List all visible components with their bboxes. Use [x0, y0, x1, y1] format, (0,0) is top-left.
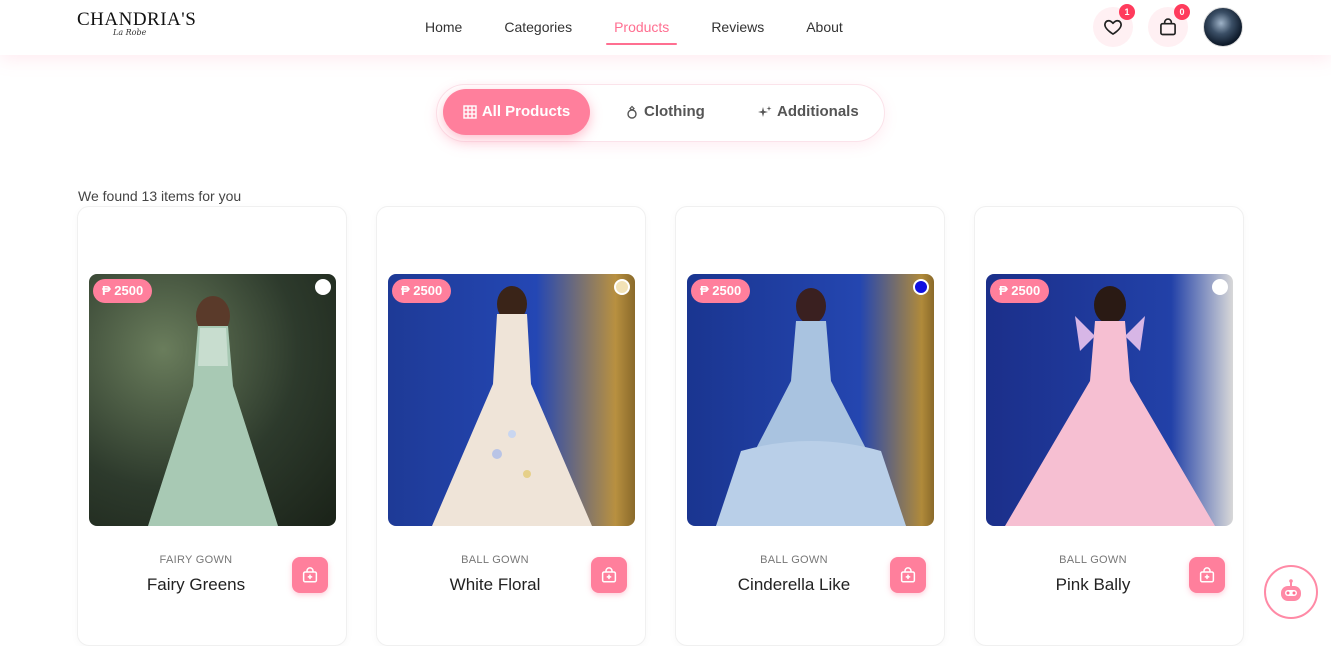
main-nav: Home Categories Products Reviews About — [409, 0, 869, 55]
product-name[interactable]: Pink Bally — [975, 575, 1211, 595]
ring-icon — [627, 105, 637, 119]
product-category: FAIRY GOWN — [159, 554, 233, 566]
product-image[interactable]: ₱ 2500 — [388, 274, 635, 526]
add-to-cart-button[interactable] — [591, 557, 627, 593]
nav-categories[interactable]: Categories — [488, 0, 588, 55]
add-to-bag-icon — [601, 567, 617, 583]
product-name[interactable]: White Floral — [377, 575, 613, 595]
color-swatch[interactable] — [1212, 279, 1228, 295]
price-tag: ₱ 2500 — [691, 279, 751, 303]
brand-name: CHANDRIA'S — [77, 9, 197, 30]
price-tag: ₱ 2500 — [93, 279, 153, 303]
gown-illustration — [1004, 316, 1215, 526]
shopping-bag-icon — [1160, 18, 1176, 36]
add-to-cart-button[interactable] — [1189, 557, 1225, 593]
gown-illustration — [147, 326, 278, 526]
sparkle-icon — [758, 106, 772, 117]
gown-illustration — [431, 314, 592, 526]
nav-about[interactable]: About — [790, 0, 859, 55]
product-name[interactable]: Cinderella Like — [676, 575, 912, 595]
add-to-bag-icon — [1199, 567, 1215, 583]
wishlist-button[interactable]: 1 — [1093, 4, 1135, 47]
chatbot-button[interactable] — [1264, 565, 1318, 619]
product-card[interactable]: ₱ 2500 BALL GOWN White Floral — [376, 206, 646, 646]
grid-icon — [463, 105, 477, 119]
product-name[interactable]: Fairy Greens — [78, 575, 314, 595]
color-swatch[interactable] — [913, 279, 929, 295]
add-to-cart-button[interactable] — [890, 557, 926, 593]
tab-all-products[interactable]: All Products — [443, 89, 590, 135]
product-card[interactable]: ₱ 2500 FAIRY GOWN Fairy Greens — [77, 206, 347, 646]
robot-icon — [1281, 579, 1301, 601]
user-avatar[interactable] — [1203, 7, 1243, 47]
tab-clothing[interactable]: Clothing — [611, 89, 719, 135]
cart-count-badge: 0 — [1174, 4, 1190, 20]
tab-additionals-label: Additionals — [777, 103, 859, 120]
nav-reviews[interactable]: Reviews — [695, 0, 780, 55]
color-swatch[interactable] — [315, 279, 331, 295]
heart-icon — [1104, 19, 1122, 35]
cart-button[interactable]: 0 — [1148, 4, 1190, 47]
add-to-bag-icon — [302, 567, 318, 583]
tab-clothing-label: Clothing — [644, 103, 705, 120]
results-count: We found 13 items for you — [78, 188, 242, 204]
color-swatch[interactable] — [614, 279, 630, 295]
price-tag: ₱ 2500 — [990, 279, 1050, 303]
nav-products[interactable]: Products — [598, 0, 685, 55]
nav-home[interactable]: Home — [409, 0, 478, 55]
tab-additionals[interactable]: Additionals — [744, 89, 873, 135]
wishlist-count-badge: 1 — [1119, 4, 1135, 20]
product-card[interactable]: ₱ 2500 BALL GOWN Pink Bally — [974, 206, 1244, 646]
product-category: BALL GOWN — [1059, 554, 1127, 566]
product-category: BALL GOWN — [760, 554, 828, 566]
product-image[interactable]: ₱ 2500 — [986, 274, 1233, 526]
product-image[interactable]: ₱ 2500 — [687, 274, 934, 526]
tab-all-products-label: All Products — [481, 103, 571, 120]
top-header: CHANDRIA'S La Robe Home Categories Produ… — [0, 0, 1331, 55]
gown-illustration — [715, 321, 906, 526]
add-to-bag-icon — [900, 567, 916, 583]
brand-logo[interactable]: CHANDRIA'S La Robe — [77, 9, 197, 44]
product-filter-tabs: All Products Clothing Additionals — [436, 84, 885, 142]
product-image[interactable]: ₱ 2500 — [89, 274, 336, 526]
add-to-cart-button[interactable] — [292, 557, 328, 593]
price-tag: ₱ 2500 — [392, 279, 452, 303]
product-card[interactable]: ₱ 2500 BALL GOWN Cinderella Like — [675, 206, 945, 646]
brand-tagline: La Robe — [113, 28, 147, 37]
product-category: BALL GOWN — [461, 554, 529, 566]
